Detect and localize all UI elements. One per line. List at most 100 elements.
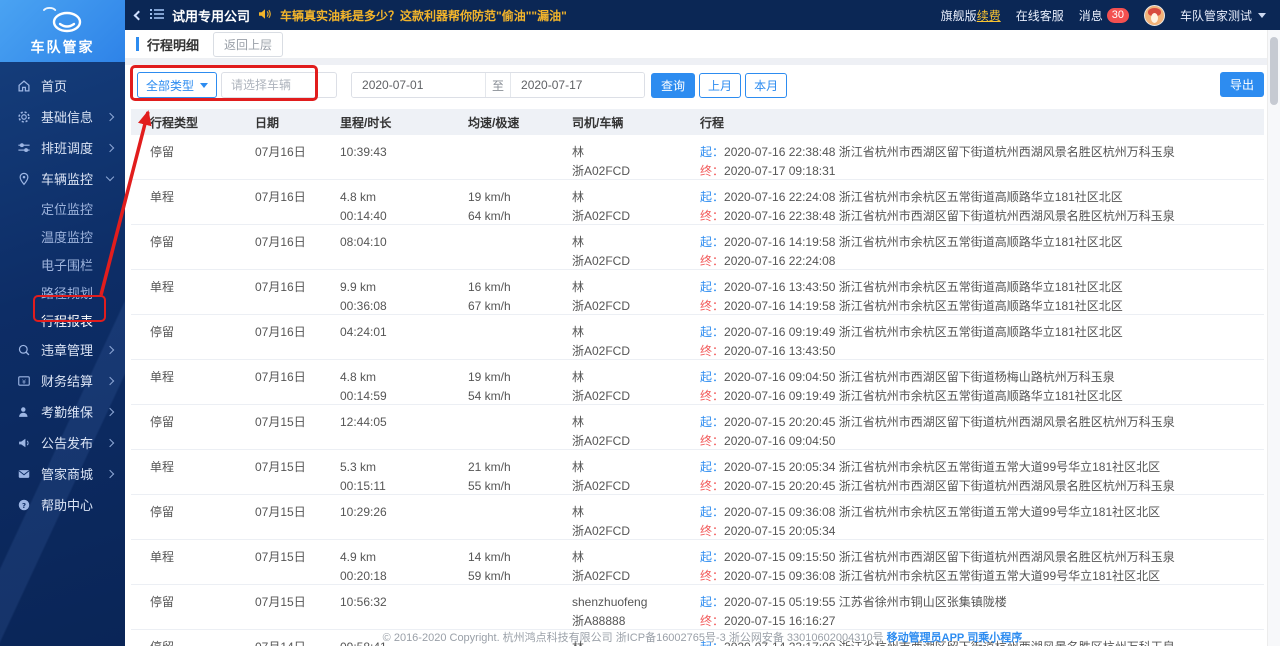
sidebar-item-announcements[interactable]: 公告发布 bbox=[0, 427, 125, 458]
avatar[interactable] bbox=[1143, 4, 1165, 26]
announcement-text[interactable]: 车辆真实油耗是多少？这款利器帮你防范"偷油""漏油" bbox=[280, 7, 567, 24]
end-address: 2020-07-15 09:36:08 浙江省杭州市余杭区五常街道五常大道99号… bbox=[724, 569, 1161, 583]
trip-type-cell: 单程 bbox=[150, 460, 175, 474]
trip-report-panel: 全部类型 至 查询 上月 本月 导出 行程类型 日期 里程/时长 bbox=[125, 65, 1280, 646]
end-address: 2020-07-16 22:24:08 bbox=[724, 254, 836, 268]
driver-vehicle-cell: 林浙A02FCD bbox=[572, 325, 631, 358]
end-address: 2020-07-15 16:16:27 bbox=[724, 614, 836, 628]
sidebar-item-vehicle-monitor[interactable]: 车辆监控 bbox=[0, 163, 125, 194]
submenu-item-geofence[interactable]: 电子围栏 bbox=[0, 250, 125, 278]
sidebar-item-violations[interactable]: 违章管理 bbox=[0, 334, 125, 365]
export-button[interactable]: 导出 bbox=[1219, 72, 1264, 97]
sidebar: 车队管家 首页 基础信息 排班调度 车辆监控 定位监控 温度监控 电子围栏 路径… bbox=[0, 0, 125, 646]
org-list-icon[interactable] bbox=[150, 8, 164, 23]
speed-cell bbox=[449, 630, 553, 638]
driver-miniapp-link[interactable]: 司乘小程序 bbox=[967, 632, 1022, 644]
submenu-item-route-planning[interactable]: 路径规划 bbox=[0, 278, 125, 306]
end-label: 终： bbox=[700, 524, 725, 538]
scrollbar-thumb[interactable] bbox=[1270, 37, 1278, 105]
mileage-duration-cell: 9.9 km 00:36:08 bbox=[340, 280, 387, 313]
sidebar-item-label: 排班调度 bbox=[41, 141, 94, 156]
mileage-duration-cell: 5.3 km 00:15:11 bbox=[340, 460, 386, 493]
end-address: 2020-07-15 20:20:45 浙江省杭州市西湖区留下街道杭州西湖风景名… bbox=[724, 479, 1175, 493]
trip-table-body: 停留 07月16日 10:39:43 林浙A02FCD 起：2020-07-16… bbox=[131, 135, 1264, 646]
speed-cell: 21 km/h 55 km/h bbox=[468, 460, 511, 493]
back-button[interactable]: 返回上层 bbox=[213, 31, 284, 57]
start-label: 起： bbox=[700, 370, 725, 384]
vehicle-select-input[interactable] bbox=[221, 72, 338, 98]
submenu-item-trip-report[interactable]: 行程报表 bbox=[0, 306, 125, 334]
start-label: 起： bbox=[700, 280, 725, 294]
submenu-label: 电子围栏 bbox=[41, 257, 94, 273]
sidebar-item-finance[interactable]: ¥ 财务结算 bbox=[0, 365, 125, 396]
start-address: 2020-07-15 05:19:55 江苏省徐州市铜山区张集镇陇楼 bbox=[724, 595, 1007, 609]
account-name: 车队管家测试 bbox=[1179, 8, 1252, 23]
message-count-badge: 30 bbox=[1106, 7, 1129, 23]
start-address: 2020-07-16 22:24:08 浙江省杭州市余杭区五常街道高顺路华立18… bbox=[724, 190, 1123, 204]
start-address: 2020-07-16 13:43:50 浙江省杭州市余杭区五常街道高顺路华立18… bbox=[724, 280, 1123, 294]
date-cell: 07月16日 bbox=[255, 190, 306, 204]
date-to-label: 至 bbox=[485, 73, 512, 97]
end-address: 2020-07-16 09:19:49 浙江省杭州市余杭区五常街道高顺路华立18… bbox=[724, 389, 1123, 403]
end-address: 2020-07-16 14:19:58 浙江省杭州市余杭区五常街道高顺路华立18… bbox=[724, 299, 1123, 313]
trip-table: 行程类型 日期 里程/时长 均速/极速 司机/车辆 行程 停留 07月16日 1… bbox=[131, 109, 1264, 646]
trip-type-cell: 停留 bbox=[150, 415, 175, 429]
trip-cell: 起：2020-07-15 20:20:45 浙江省杭州市西湖区留下街道杭州西湖风… bbox=[681, 405, 1264, 451]
trip-type-cell: 单程 bbox=[150, 190, 175, 204]
trip-cell: 起：2020-07-16 09:19:49 浙江省杭州市余杭区五常街道高顺路华立… bbox=[681, 315, 1264, 361]
sidebar-item-scheduling[interactable]: 排班调度 bbox=[0, 132, 125, 163]
page-title: 行程明细 bbox=[147, 37, 200, 53]
this-month-button[interactable]: 本月 bbox=[745, 72, 788, 98]
sidebar-item-basic-info[interactable]: 基础信息 bbox=[0, 101, 125, 132]
messages-link[interactable]: 消息 30 bbox=[1079, 7, 1129, 24]
filter-bar: 全部类型 至 查询 上月 本月 导出 bbox=[137, 72, 1264, 98]
date-cell: 07月15日 bbox=[255, 550, 306, 564]
trip-type-cell: 单程 bbox=[150, 280, 175, 294]
date-to-input[interactable] bbox=[511, 73, 645, 97]
end-label: 终： bbox=[700, 434, 725, 448]
mileage-duration-cell: 4.8 km 00:14:40 bbox=[340, 190, 387, 223]
end-label: 终： bbox=[700, 209, 725, 223]
account-menu[interactable]: 车队管家测试 bbox=[1180, 7, 1266, 24]
end-label: 终： bbox=[700, 614, 725, 628]
sidebar-item-home[interactable]: 首页 bbox=[0, 70, 125, 101]
trip-cell: 起：2020-07-16 13:43:50 浙江省杭州市余杭区五常街道高顺路华立… bbox=[681, 270, 1264, 316]
topbar: 试用专用公司 车辆真实油耗是多少？这款利器帮你防范"偷油""漏油" 旗舰版续费 … bbox=[125, 0, 1280, 30]
sidebar-item-attendance[interactable]: 考勤维保 bbox=[0, 396, 125, 427]
driver-vehicle-cell: 林浙A02FCD bbox=[572, 415, 631, 448]
date-from-input[interactable] bbox=[352, 73, 486, 97]
prev-month-button[interactable]: 上月 bbox=[699, 72, 742, 98]
sidebar-item-help-center[interactable]: ? 帮助中心 bbox=[0, 489, 125, 520]
col-header-trip-type: 行程类型 bbox=[150, 115, 199, 130]
search-button[interactable]: 查询 bbox=[651, 72, 696, 98]
trip-type-dropdown[interactable]: 全部类型 bbox=[137, 72, 218, 98]
speed-cell: 16 km/h 67 km/h bbox=[468, 280, 511, 313]
mileage-duration-cell: 08:04:10 bbox=[340, 235, 387, 249]
date-cell: 07月16日 bbox=[255, 370, 306, 384]
date-cell: 07月16日 bbox=[255, 145, 306, 159]
mileage-duration-cell: 4.9 km 00:20:18 bbox=[340, 550, 387, 583]
trip-cell: 起：2020-07-15 05:19:55 江苏省徐州市铜山区张集镇陇楼 终：2… bbox=[681, 585, 1264, 631]
caret-down-icon bbox=[200, 82, 209, 88]
driver-vehicle-cell: 林浙A02FCD bbox=[553, 630, 681, 646]
date-cell: 07月15日 bbox=[255, 595, 306, 609]
chevron-right-icon bbox=[105, 112, 115, 121]
sidebar-item-label: 基础信息 bbox=[41, 110, 94, 125]
title-accent-bar bbox=[136, 37, 139, 51]
submenu-item-location-monitor[interactable]: 定位监控 bbox=[0, 194, 125, 222]
sidebar-item-mall[interactable]: 管家商城 bbox=[0, 458, 125, 489]
collapse-sidebar-icon[interactable] bbox=[133, 10, 144, 20]
online-service-link[interactable]: 在线客服 bbox=[1016, 7, 1064, 24]
app-logo[interactable]: 车队管家 bbox=[0, 0, 125, 62]
company-name[interactable]: 试用专用公司 bbox=[172, 6, 250, 25]
admin-app-link[interactable]: 移动管理员APP bbox=[887, 632, 965, 644]
home-icon bbox=[16, 78, 32, 94]
renew-link[interactable]: 续费 bbox=[977, 9, 1001, 23]
start-label: 起： bbox=[700, 550, 725, 564]
table-row: 停留 07月16日 10:39:43 林浙A02FCD 起：2020-07-16… bbox=[131, 135, 1264, 180]
table-row: 停留 07月15日 10:56:32 shenzhuofeng 浙A88888 起… bbox=[131, 585, 1264, 630]
speed-cell bbox=[449, 405, 553, 413]
end-address: 2020-07-15 20:05:34 bbox=[724, 524, 836, 538]
submenu-item-temperature-monitor[interactable]: 温度监控 bbox=[0, 222, 125, 250]
table-row: 单程 07月16日 4.8 km 00:14:40 19 km/h 64 km/h … bbox=[131, 180, 1264, 225]
